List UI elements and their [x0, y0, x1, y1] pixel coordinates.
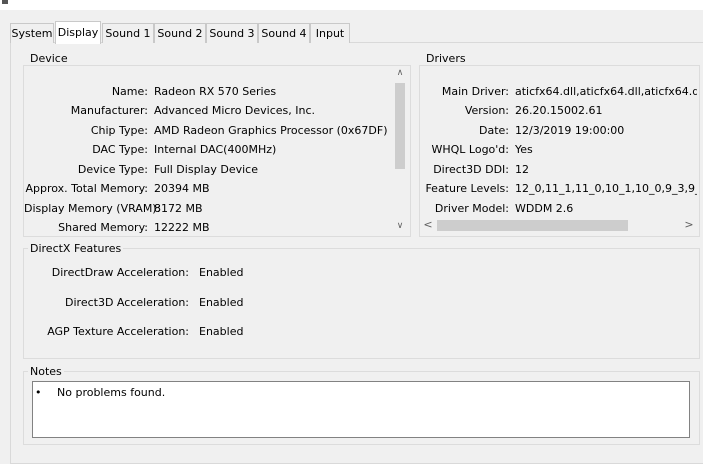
manufacturer-value: Advanced Micro Devices, Inc.	[154, 104, 316, 117]
main-driver-label: Main Driver:	[441, 85, 509, 98]
chip-type-label: Chip Type:	[90, 124, 148, 137]
device-type-value: Full Display Device	[154, 163, 258, 176]
device-vertical-scrollbar[interactable]: ∧ ∨	[392, 66, 408, 234]
device-type-label: Device Type:	[77, 163, 148, 176]
scroll-down-icon[interactable]: ∨	[392, 221, 408, 231]
device-group-title: Device	[28, 52, 70, 65]
dac-type-value: Internal DAC(400MHz)	[154, 143, 277, 156]
shared-memory-value: 12222 MB	[154, 221, 210, 234]
driver-model-label: Driver Model:	[434, 202, 509, 215]
direct3d-value: Enabled	[199, 296, 244, 309]
chip-type-value: AMD Radeon Graphics Processor (0x67DF)	[154, 124, 388, 137]
driver-model-value: WDDM 2.6	[515, 202, 574, 215]
dac-type-label: DAC Type:	[92, 143, 148, 156]
scroll-up-icon[interactable]: ∧	[392, 68, 408, 78]
main-driver-value: aticfx64.dll,aticfx64.dll,aticfx64.dll,a…	[515, 85, 697, 98]
version-value: 26.20.15002.61	[515, 104, 603, 117]
direct3d-ddi-value: 12	[515, 163, 529, 176]
direct3d-ddi-label: Direct3D DDI:	[433, 163, 509, 176]
drivers-horizontal-scrollbar[interactable]: < >	[420, 217, 697, 234]
notes-title: Notes	[28, 365, 64, 378]
total-memory-label: Approx. Total Memory:	[25, 182, 149, 195]
vram-value: 8172 MB	[154, 202, 203, 215]
drivers-group-title: Drivers	[424, 52, 468, 65]
tab-system[interactable]: System	[10, 23, 54, 43]
manufacturer-label: Manufacturer:	[70, 104, 148, 117]
directdraw-value: Enabled	[199, 266, 244, 279]
date-value: 12/3/2019 19:00:00	[515, 124, 625, 137]
tab-sound-3[interactable]: Sound 3	[206, 23, 258, 43]
window-top-strip	[0, 0, 703, 10]
tab-bar: System Display Sound 1 Sound 2 Sound 3 S…	[10, 21, 703, 44]
agp-texture-value: Enabled	[199, 325, 244, 338]
feature-levels-label: Feature Levels:	[425, 182, 509, 195]
window-edge-mark	[2, 0, 8, 4]
tab-sound-4[interactable]: Sound 4	[258, 23, 310, 43]
device-name-value: Radeon RX 570 Series	[154, 85, 277, 98]
total-memory-value: 20394 MB	[154, 182, 210, 195]
whql-value: Yes	[515, 143, 533, 156]
version-label: Version:	[464, 104, 509, 117]
scroll-left-icon[interactable]: <	[422, 219, 434, 230]
vertical-scroll-thumb[interactable]	[395, 83, 405, 169]
date-label: Date:	[479, 124, 509, 137]
agp-texture-label: AGP Texture Acceleration:	[47, 325, 189, 338]
scroll-right-icon[interactable]: >	[683, 219, 695, 230]
device-name-label: Name:	[111, 85, 148, 98]
shared-memory-label: Shared Memory:	[58, 221, 148, 234]
note-item: No problems found.	[57, 386, 166, 399]
whql-label: WHQL Logo'd:	[431, 143, 509, 156]
horizontal-scroll-thumb[interactable]	[437, 220, 628, 231]
note-bullet: •	[35, 386, 42, 399]
notes-box[interactable]: • No problems found.	[32, 381, 690, 438]
directx-features-title: DirectX Features	[28, 242, 124, 255]
tab-display[interactable]: Display	[55, 21, 101, 44]
device-list: Name: Radeon RX 570 Series Manufacturer:…	[24, 82, 392, 234]
tab-input[interactable]: Input	[310, 23, 350, 43]
tab-sound-1[interactable]: Sound 1	[102, 23, 154, 43]
vram-label: Display Memory (VRAM):	[24, 202, 161, 215]
directdraw-label: DirectDraw Acceleration:	[51, 266, 189, 279]
drivers-list: Main Driver: aticfx64.dll,aticfx64.dll,a…	[420, 82, 697, 215]
tab-sound-2[interactable]: Sound 2	[154, 23, 206, 43]
feature-levels-value: 12_0,11_1,11_0,10_1,10_0,9_3,9_2,	[515, 182, 697, 195]
direct3d-label: Direct3D Acceleration:	[65, 296, 189, 309]
